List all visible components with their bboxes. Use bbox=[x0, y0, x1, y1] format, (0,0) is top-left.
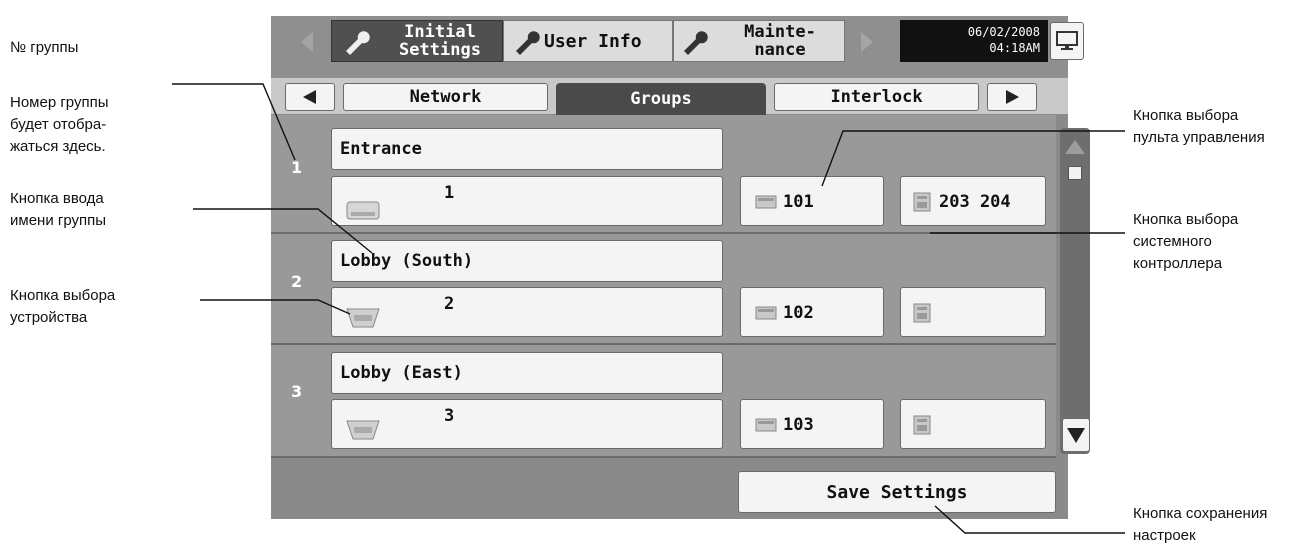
callout-line-group-number bbox=[172, 83, 296, 161]
callout-line-save-button bbox=[934, 505, 1125, 534]
callout-line-device-button bbox=[200, 299, 351, 315]
callout-line-name-button bbox=[193, 208, 373, 254]
callout-line-remote-button bbox=[821, 130, 1125, 187]
callout-lines bbox=[172, 83, 1125, 534]
